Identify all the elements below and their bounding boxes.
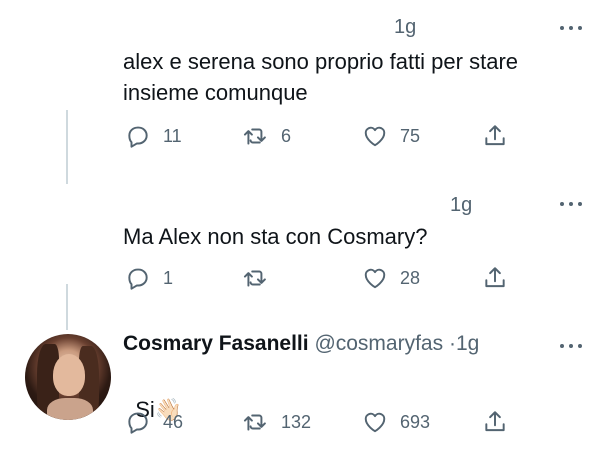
tweet-author: Cosmary Fasanelli @cosmaryfas ·1g [123, 332, 479, 356]
tweet-actions: 1 28 [0, 261, 615, 295]
retweet-count: 132 [281, 411, 312, 432]
reply-icon [128, 126, 148, 148]
share-button[interactable] [482, 405, 508, 439]
retweet-button[interactable] [243, 261, 281, 295]
share-icon [485, 267, 505, 288]
retweet-icon [243, 128, 266, 145]
share-button[interactable] [482, 119, 508, 153]
reply-count: 11 [163, 125, 182, 146]
share-icon [485, 411, 505, 432]
author-name[interactable]: Cosmary Fasanelli [123, 332, 309, 355]
retweet-icon [243, 270, 266, 287]
tweet[interactable]: 1g Ma Alex non sta con Cosmary? 1 28 [0, 184, 615, 314]
retweet-count: 6 [281, 125, 292, 146]
retweet-button[interactable]: 6 [243, 119, 291, 153]
tweet-time[interactable]: 1g [450, 194, 472, 217]
tweet-time[interactable]: 1g [394, 16, 416, 39]
tweet-time[interactable]: 1g [456, 332, 479, 355]
time-separator: · [448, 332, 456, 355]
reply-count: 1 [163, 267, 174, 288]
retweet-button[interactable]: 132 [243, 405, 311, 439]
more-icon[interactable] [560, 24, 588, 32]
reply-icon [128, 412, 148, 434]
reply-icon [128, 268, 148, 290]
like-count: 75 [400, 125, 421, 146]
share-icon [485, 125, 505, 146]
more-icon[interactable] [560, 342, 588, 350]
reply-button[interactable]: 1 [125, 261, 173, 295]
reply-button[interactable]: 11 [125, 119, 182, 153]
tweet[interactable]: 1g alex e serena sono proprio fatti per … [0, 0, 615, 170]
more-icon[interactable] [560, 200, 588, 208]
tweet-text: alex e serena sono proprio fatti per sta… [123, 49, 519, 105]
like-button[interactable]: 28 [362, 261, 420, 295]
like-count: 693 [400, 411, 431, 432]
tweet-actions: 11 6 75 [0, 119, 615, 153]
like-button[interactable]: 693 [362, 405, 430, 439]
retweet-icon [243, 414, 266, 431]
heart-icon [364, 126, 386, 147]
heart-icon [364, 268, 386, 289]
reply-button[interactable]: 46 [125, 405, 183, 439]
like-button[interactable]: 75 [362, 119, 420, 153]
reply-count: 46 [163, 411, 184, 432]
tweet-actions: 46 132 693 [0, 405, 615, 439]
share-button[interactable] [482, 261, 508, 295]
author-handle[interactable]: @cosmaryfas [314, 332, 443, 355]
heart-icon [364, 412, 386, 433]
like-count: 28 [400, 267, 421, 288]
tweet-text: Ma Alex non sta con Cosmary? [123, 224, 428, 249]
